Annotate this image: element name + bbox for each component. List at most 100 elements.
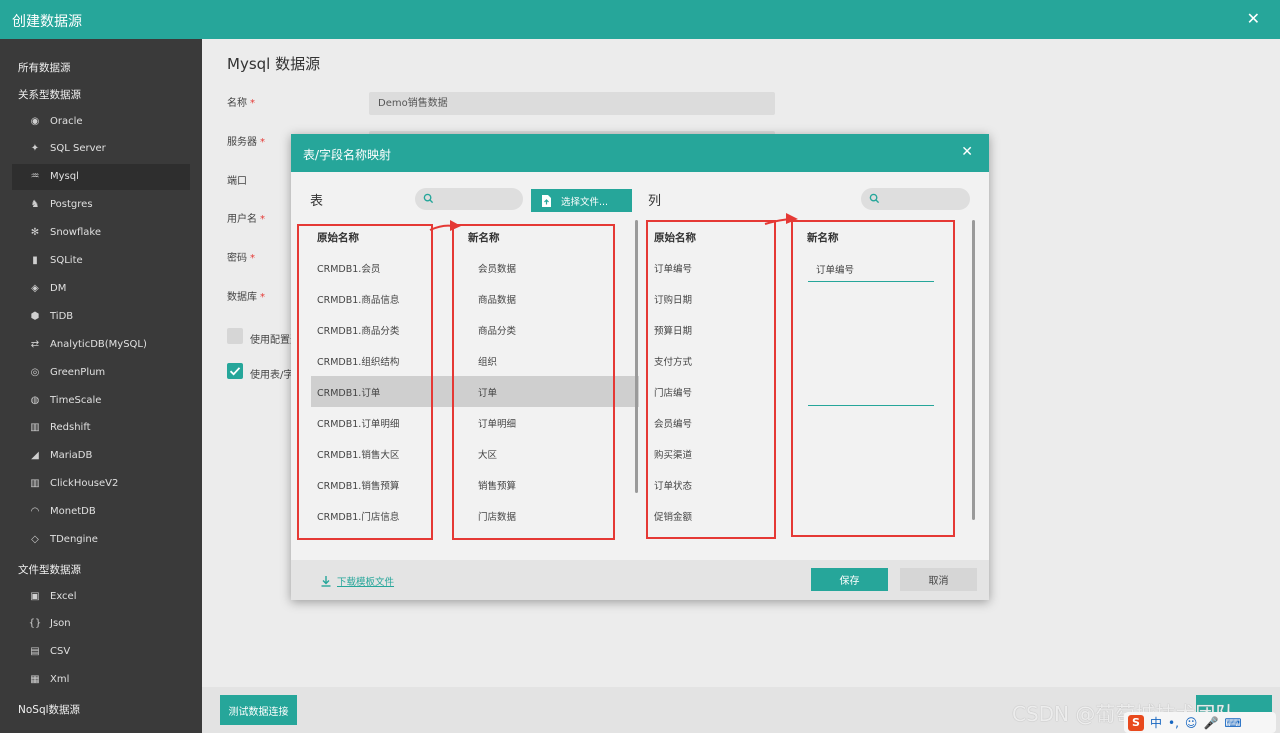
annotation-box xyxy=(452,224,615,540)
sidebar-item-tidb[interactable]: ⬢ TiDB xyxy=(12,303,190,329)
user-label: 用户名 * xyxy=(227,214,265,225)
sidebar-item-tdengine[interactable]: ◇ TDengine xyxy=(12,527,190,553)
sidebar-item-snowflake[interactable]: ✻ Snowflake xyxy=(12,220,190,246)
sidebar-item-excel[interactable]: ▣ Excel xyxy=(12,583,190,609)
sidebar-item-label: MonetDB xyxy=(50,506,96,518)
database-label: 数据库 * xyxy=(227,292,265,303)
password-label: 密码 * xyxy=(227,253,255,264)
csv-icon: ▤ xyxy=(30,646,40,658)
database-icon: ◉ xyxy=(30,115,40,127)
sidebar-item-label: TimeScale xyxy=(50,394,102,406)
sidebar-item-label: CSV xyxy=(50,646,71,658)
close-icon[interactable]: ✕ xyxy=(1247,9,1260,28)
sidebar-item-label: Xml xyxy=(50,674,70,686)
column-search-box[interactable] xyxy=(861,188,970,210)
keyboard-icon[interactable]: ⌨ xyxy=(1224,716,1241,730)
emoji-icon[interactable]: ☺ xyxy=(1185,716,1198,730)
table-scrollbar[interactable] xyxy=(635,220,638,493)
sidebar-item-label: Mysql xyxy=(50,171,79,183)
test-connection-button[interactable]: 测试数据连接 xyxy=(220,695,297,725)
file-upload-icon xyxy=(542,194,551,207)
config-checkbox[interactable] xyxy=(227,328,243,344)
window-header: 创建数据源 ✕ xyxy=(0,0,1280,39)
sidebar-item-timescale[interactable]: ◍ TimeScale xyxy=(12,387,190,413)
monetdb-icon: ◠ xyxy=(30,506,40,518)
sidebar-item-monetdb[interactable]: ◠ MonetDB xyxy=(12,499,190,525)
mysql-icon: ♒ xyxy=(30,171,40,183)
sidebar-item-label: SQL Server xyxy=(50,143,106,155)
table-search-input[interactable] xyxy=(439,191,515,207)
annotation-box xyxy=(297,224,433,540)
dm-icon: ◈ xyxy=(31,282,39,294)
annotation-box xyxy=(646,220,776,539)
sidebar-item-csv[interactable]: ▤ CSV xyxy=(12,639,190,665)
column-section-title: 列 xyxy=(648,194,662,209)
dialog-header: 表/字段名称映射 ✕ xyxy=(291,134,989,172)
check-icon xyxy=(229,367,241,376)
sidebar-item-label: GreenPlum xyxy=(50,366,106,378)
sidebar-item-label: SQLite xyxy=(50,255,83,266)
sidebar-group-file[interactable]: 文件型数据源 xyxy=(18,562,81,577)
sidebar-item-label: DM xyxy=(50,282,67,294)
punctuation-icon[interactable]: •, xyxy=(1168,716,1179,730)
ime-language[interactable]: 中 xyxy=(1150,714,1162,731)
sidebar-item-clickhousev2[interactable]: ▥ ClickHouseV2 xyxy=(12,471,190,497)
sidebar-item-label: Oracle xyxy=(50,115,83,127)
json-icon: {} xyxy=(28,618,42,630)
sqlite-icon: ▮ xyxy=(32,255,38,266)
sidebar-item-label: Postgres xyxy=(50,199,93,211)
microphone-icon[interactable]: 🎤 xyxy=(1203,716,1218,730)
name-input[interactable]: Demo销售数据 xyxy=(369,92,775,115)
server-label: 服务器 * xyxy=(227,137,265,148)
sidebar-item-postgres[interactable]: ♞ Postgres xyxy=(12,192,190,218)
column-scrollbar[interactable] xyxy=(972,220,975,520)
table-search-box[interactable] xyxy=(415,188,523,210)
sidebar-item-redshift[interactable]: ▥ Redshift xyxy=(12,415,190,441)
cancel-button[interactable]: 取消 xyxy=(900,568,977,591)
download-template-link[interactable]: 下载模板文件 xyxy=(321,574,394,588)
annotation-arrow xyxy=(764,213,798,225)
sidebar-item-sqlite[interactable]: ▮ SQLite xyxy=(12,248,190,274)
sidebar-item-label: AnalyticDB(MySQL) xyxy=(50,338,147,350)
sidebar-item-label: TiDB xyxy=(50,310,74,322)
window-title: 创建数据源 xyxy=(12,14,82,30)
dialog-footer: 下载模板文件 保存 取消 xyxy=(291,560,989,600)
sidebar-item-label: MariaDB xyxy=(50,450,93,462)
name-label: 名称 * xyxy=(227,98,255,109)
sidebar-group-nosql[interactable]: NoSql数据源 xyxy=(18,702,80,717)
mariadb-icon: ◢ xyxy=(31,450,39,462)
clickhouse-icon: ▥ xyxy=(30,478,40,490)
xml-icon: ▦ xyxy=(30,674,40,686)
sidebar-item-label: Redshift xyxy=(50,422,91,434)
tdengine-icon: ◇ xyxy=(31,534,39,545)
download-icon xyxy=(321,575,331,587)
sidebar-item-xml[interactable]: ▦ Xml xyxy=(12,667,190,693)
sidebar-item-greenplum[interactable]: ◎ GreenPlum xyxy=(12,359,190,385)
sidebar-item-mariadb[interactable]: ◢ MariaDB xyxy=(12,443,190,469)
sidebar-item-label: Json xyxy=(50,618,71,630)
table-section-title: 表 xyxy=(310,194,324,209)
mapping-checkbox[interactable] xyxy=(227,363,243,379)
save-button[interactable]: 保存 xyxy=(811,568,888,591)
mapping-dialog: 表/字段名称映射 ✕ 表 选择文件... 原始名称 新名称 CRMDB1.会员会… xyxy=(291,134,989,600)
snowflake-icon: ✻ xyxy=(30,227,40,239)
sidebar-item-analyticdb-mysql-[interactable]: ⇄ AnalyticDB(MySQL) xyxy=(12,331,190,357)
sidebar-item-json[interactable]: {} Json xyxy=(12,611,190,637)
analyticdb-icon: ⇄ xyxy=(30,338,40,350)
sidebar-item-label: ClickHouseV2 xyxy=(50,478,119,490)
sidebar-item-label: Excel xyxy=(50,590,77,602)
dialog-close-icon[interactable]: ✕ xyxy=(961,144,973,160)
annotation-box xyxy=(791,220,955,537)
sidebar-group-relational[interactable]: 关系型数据源 xyxy=(18,87,81,102)
select-file-button[interactable]: 选择文件... xyxy=(531,189,632,212)
sidebar-item-oracle[interactable]: ◉ Oracle xyxy=(12,108,190,134)
sidebar-item-mysql[interactable]: ♒ Mysql xyxy=(12,163,190,190)
sidebar-item-dm[interactable]: ◈ DM xyxy=(12,275,190,301)
ime-toolbar[interactable]: S 中 •, ☺ 🎤 ⌨ xyxy=(1124,712,1276,733)
config-checkbox-label: 使用配置选项 xyxy=(250,335,291,346)
sidebar-item-sql-server[interactable]: ✦ SQL Server xyxy=(12,136,190,162)
column-search-input[interactable] xyxy=(885,191,962,207)
mapping-checkbox-label: 使用表/字段名称映射 xyxy=(250,370,291,381)
sqlserver-icon: ✦ xyxy=(30,143,40,155)
sidebar-group-all[interactable]: 所有数据源 xyxy=(18,60,71,75)
